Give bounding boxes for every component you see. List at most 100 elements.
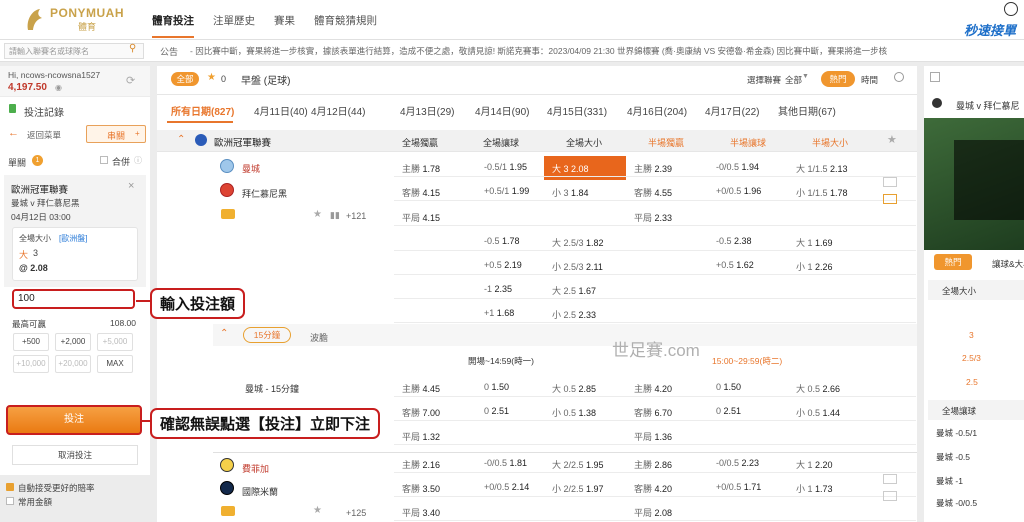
odds-cell[interactable]: +0/0.5 1.96 [716, 186, 761, 196]
sec1-row-2[interactable]: 2.5/3 [962, 353, 981, 363]
back-to-menu[interactable]: 返回菜單 [27, 129, 61, 141]
refresh-icon[interactable]: ⟳ [126, 74, 135, 87]
date-tab[interactable]: 其他日期(67) [778, 103, 836, 118]
odds-cell[interactable]: 平局 2.33 [634, 211, 672, 224]
odds-cell[interactable]: -0/0.5 2.23 [716, 458, 759, 468]
odds-cell[interactable]: -0/0.5 1.94 [716, 162, 759, 172]
back-arrow-icon[interactable]: ← [8, 127, 19, 139]
odds-cell[interactable]: -0.5 2.38 [716, 236, 752, 246]
date-tab[interactable]: 4月17日(22) [705, 103, 759, 118]
odds-cell[interactable]: +0.5 1.62 [716, 260, 754, 270]
league-select-value[interactable]: 全部 [785, 74, 802, 86]
odds-cell[interactable]: -1 2.35 [484, 284, 512, 294]
odds-cell[interactable]: 小 1 1.73 [796, 482, 833, 495]
odds-cell[interactable]: 大 1/1.5 2.13 [796, 162, 848, 175]
quick-10000-button[interactable]: +10,000 [13, 355, 49, 373]
odds-cell[interactable]: 主勝 2.86 [634, 458, 672, 471]
nav-rules[interactable]: 體育競猜規則 [314, 13, 377, 28]
odds-cell[interactable]: 小 1/1.5 1.78 [796, 186, 848, 199]
hot-sort-button[interactable]: 熱門 [821, 71, 855, 87]
quick-2000-button[interactable]: +2,000 [55, 333, 91, 351]
odds-cell[interactable]: 客勝 4.55 [634, 186, 672, 199]
cancel-bet-button[interactable]: 取消投注 [12, 445, 138, 465]
odds-cell[interactable]: 大 2.5 1.67 [552, 284, 596, 297]
odds-cell[interactable]: 平局 1.32 [402, 430, 440, 443]
date-tab[interactable]: 4月12日(44) [311, 103, 365, 118]
odds-cell[interactable]: 大 1 1.69 [796, 236, 833, 249]
odds-cell[interactable]: +1 1.68 [484, 308, 514, 318]
odds-cell[interactable]: +0.5/1 1.99 [484, 186, 529, 196]
stats-icon[interactable]: ▮▮ [330, 210, 340, 221]
window-icon[interactable] [930, 72, 940, 82]
odds-cell[interactable]: 主勝 4.45 [402, 382, 440, 395]
odds-cell[interactable]: 小 0.5 1.38 [552, 406, 596, 419]
odds-cell[interactable]: 客勝 3.50 [402, 482, 440, 495]
odds-cell[interactable]: 小 2.5 2.33 [552, 308, 596, 321]
odds-cell[interactable]: 客勝 6.70 [634, 406, 672, 419]
odds-cell[interactable]: 平局 1.36 [634, 430, 672, 443]
odds-cell[interactable]: 大 2/2.5 1.95 [552, 458, 604, 471]
match-star-icon[interactable]: ★ [313, 209, 322, 220]
clock-icon[interactable] [894, 72, 904, 82]
merge-checkbox[interactable] [100, 156, 108, 164]
odds-cell[interactable]: 大 3 2.08 [552, 162, 589, 175]
odds-cell[interactable]: 平局 3.40 [402, 506, 440, 519]
sec2-row-1[interactable]: 曼城 -0.5/1 [936, 427, 977, 439]
sec1-row-3[interactable]: 2.5 [966, 377, 978, 387]
odds-cell[interactable]: 大 0.5 2.85 [552, 382, 596, 395]
odds-cell[interactable]: 主勝 1.78 [402, 162, 440, 175]
place-bet-button[interactable]: 投注 [6, 405, 142, 435]
odds-cell[interactable]: 小 2/2.5 1.97 [552, 482, 604, 495]
odds-cell[interactable]: 客勝 4.15 [402, 186, 440, 199]
match2-stats-icon[interactable] [883, 491, 897, 501]
match2-star-icon[interactable]: ★ [313, 505, 322, 516]
nav-sports-betting[interactable]: 體育投注 [152, 13, 194, 38]
odds-cell[interactable]: -0.5/1 1.95 [484, 162, 527, 172]
collapse-icon[interactable]: ⌃ [177, 134, 185, 145]
odds-cell[interactable]: 平局 2.08 [634, 506, 672, 519]
sec2-row-3[interactable]: 曼城 -1 [936, 475, 963, 487]
nav-bet-history[interactable]: 注單歷史 [213, 13, 255, 28]
odds-cell[interactable]: 主勝 2.16 [402, 458, 440, 471]
quick-20000-button[interactable]: +20,000 [55, 355, 91, 373]
odds-cell[interactable]: 大 1 2.20 [796, 458, 833, 471]
match2-tv-icon[interactable] [883, 474, 897, 484]
odds-cell[interactable]: 小 3 1.84 [552, 186, 589, 199]
odds-cell[interactable]: 主勝 4.20 [634, 382, 672, 395]
promo-banner[interactable]: 秒速接單 [964, 20, 1016, 39]
close-icon[interactable]: × [128, 180, 134, 192]
odds-cell[interactable]: +0/0.5 2.14 [484, 482, 529, 492]
live-tv-icon[interactable] [883, 177, 897, 187]
odds-cell[interactable]: 小 1 2.26 [796, 260, 833, 273]
odds-cell[interactable]: 0 2.51 [484, 406, 509, 416]
odds-cell[interactable]: 平局 4.15 [402, 211, 440, 224]
match2-more[interactable]: +125 [346, 508, 366, 518]
date-tab[interactable]: 4月14日(90) [475, 103, 529, 118]
odds-cell[interactable]: 主勝 2.39 [634, 162, 672, 175]
quick-500-button[interactable]: +500 [13, 333, 49, 351]
search-input[interactable]: 請輸入聯賽名或球隊名 [4, 43, 144, 59]
odds-cell[interactable]: 大 0.5 2.66 [796, 382, 840, 395]
search-icon[interactable]: ⚲ [129, 43, 136, 54]
odds-cell[interactable]: 小 2.5/3 2.11 [552, 260, 603, 273]
bet-record-title[interactable]: 投注記錄 [24, 104, 64, 119]
odds-cell[interactable]: -0/0.5 1.81 [484, 458, 527, 468]
odds-cell[interactable]: +0.5 2.19 [484, 260, 522, 270]
date-tab[interactable]: 所有日期(827) [171, 103, 234, 118]
odds-cell[interactable]: 0 2.51 [716, 406, 741, 416]
odds-cell[interactable]: 小 0.5 1.44 [796, 406, 840, 419]
parlay-toggle[interactable]: 串關 + [86, 125, 146, 143]
auto-accept-checkbox[interactable] [6, 483, 14, 491]
tab-correct-score[interactable]: 波膽 [310, 331, 328, 344]
time-sort-button[interactable]: 時間 [861, 74, 878, 86]
eye-icon[interactable]: ◉ [55, 83, 62, 92]
quick-5000-button[interactable]: +5,000 [97, 333, 133, 351]
brand-logo[interactable]: PONYMUAH 體育 [24, 6, 124, 34]
right-hot-tab[interactable]: 熱門 [934, 254, 972, 270]
sec1-row-1[interactable]: 3 [969, 330, 974, 340]
live-field-image[interactable] [924, 118, 1024, 250]
nav-results[interactable]: 賽果 [274, 13, 295, 28]
star-icon[interactable]: ★ [207, 72, 216, 83]
right-tab2[interactable]: 讓球&大小 [992, 258, 1024, 270]
live-stats-icon[interactable] [883, 194, 897, 204]
